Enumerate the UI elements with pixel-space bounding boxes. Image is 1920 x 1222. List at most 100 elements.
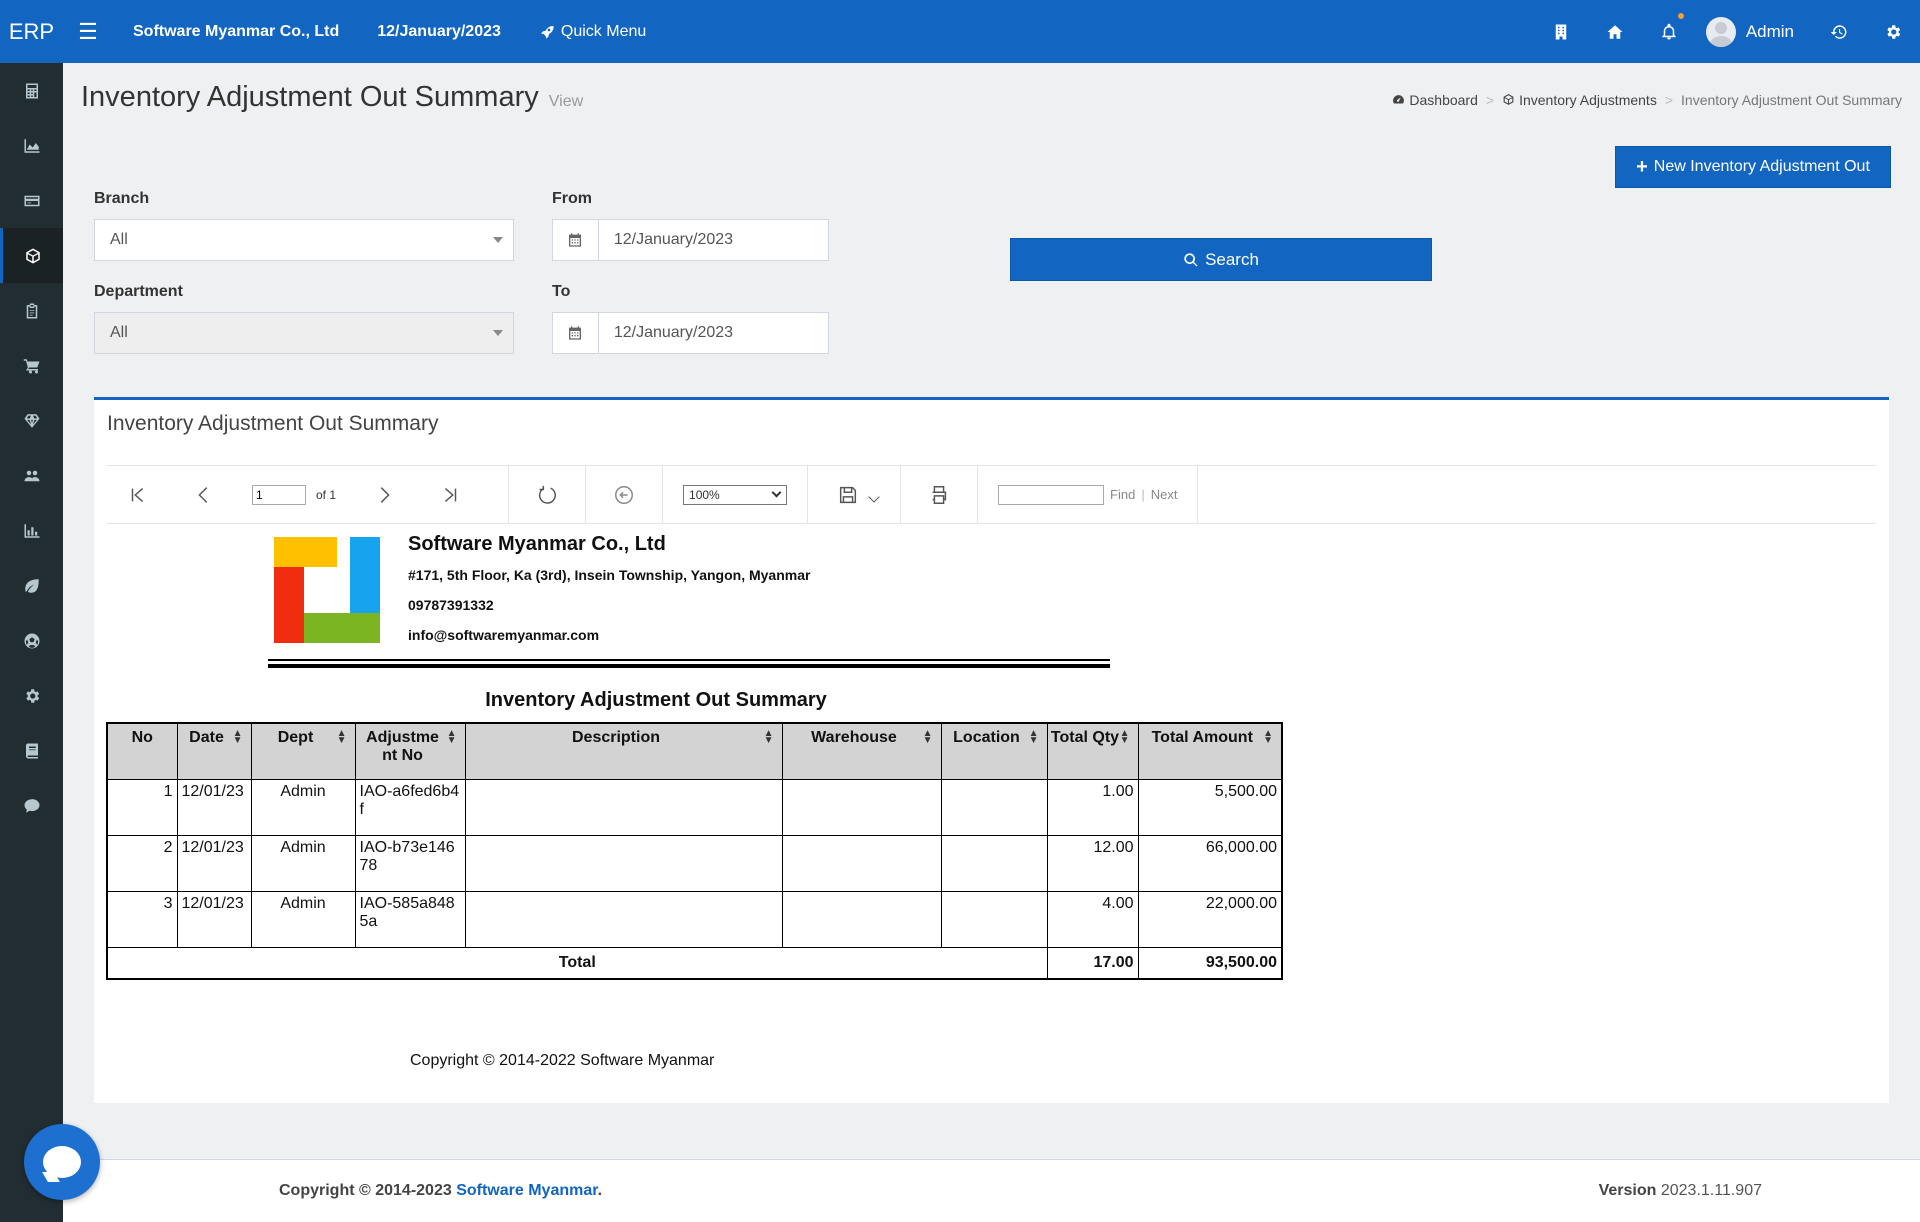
cell-description <box>464 778 783 836</box>
breadcrumb-separator: > <box>1664 92 1674 108</box>
building-icon[interactable] <box>1534 23 1588 41</box>
cube-icon <box>1503 94 1514 105</box>
from-label: From <box>552 190 592 207</box>
menu-toggle-icon[interactable]: ☰ <box>63 19 113 45</box>
footer-company-link[interactable]: Software Myanmar <box>456 1182 597 1199</box>
save-icon[interactable] <box>830 477 866 513</box>
back-group <box>586 465 664 524</box>
search-button[interactable]: Search <box>1010 238 1432 281</box>
users-icon[interactable] <box>0 448 63 503</box>
from-date-group <box>552 219 829 261</box>
breadcrumb-inventory-adjustments[interactable]: Inventory Adjustments <box>1502 92 1657 108</box>
pager-group: of 1 <box>106 465 510 524</box>
report-email: info@softwaremyanmar.com <box>408 627 600 643</box>
sort-icon: ▲ ▼ <box>763 728 774 746</box>
cell-description <box>464 890 783 948</box>
brand-logo[interactable]: ERP <box>0 0 63 63</box>
quick-menu-button[interactable]: Quick Menu <box>539 23 646 41</box>
calendar-icon[interactable] <box>553 313 599 353</box>
report-address: #171, 5th Floor, Ka (3rd), Insein Townsh… <box>408 567 811 583</box>
cell-adjustment-no[interactable]: IAO-585a8485a <box>354 890 466 948</box>
bell-icon[interactable] <box>1642 12 1696 41</box>
cell-adjustment-no[interactable]: IAO-b73e14678 <box>354 834 466 892</box>
gear-icon[interactable] <box>1866 23 1920 41</box>
col-total-qty[interactable]: Total Qty ▲ ▼ <box>1046 722 1139 780</box>
chat-widget-button[interactable] <box>24 1124 100 1200</box>
cube-icon[interactable] <box>0 228 63 283</box>
cell-total-qty: 4.00 <box>1046 890 1139 948</box>
find-next-link[interactable]: Next <box>1151 487 1178 502</box>
sort-icon: ▲ ▼ <box>1263 728 1273 746</box>
to-label: To <box>552 283 571 300</box>
main-content: Inventory Adjustment Out Summary View Da… <box>63 63 1920 1159</box>
department-select[interactable]: All <box>94 312 514 354</box>
cart-icon[interactable] <box>0 338 63 393</box>
area-chart-icon[interactable] <box>0 118 63 173</box>
leaf-icon[interactable] <box>0 558 63 613</box>
cell-location <box>940 778 1048 836</box>
breadcrumb-dashboard[interactable]: Dashboard <box>1392 92 1478 108</box>
previous-page-icon[interactable] <box>186 477 222 513</box>
caret-down-icon <box>493 330 503 336</box>
settings-icon[interactable] <box>0 668 63 723</box>
back-arrow-icon[interactable] <box>606 477 642 513</box>
new-inventory-adjustment-out-button[interactable]: + New Inventory Adjustment Out <box>1615 146 1891 188</box>
col-total-amount[interactable]: Total Amount ▲ ▼ <box>1137 722 1283 780</box>
page-number-input[interactable] <box>252 484 306 505</box>
search-label: Search <box>1205 249 1259 269</box>
zoom-select[interactable]: 100% <box>683 484 788 505</box>
find-input[interactable] <box>998 484 1105 505</box>
soccer-ball-icon[interactable] <box>0 613 63 668</box>
next-page-icon[interactable] <box>366 477 402 513</box>
col-adjustment-no[interactable]: Adjustme nt No ▲ ▼ <box>354 722 466 780</box>
top-navbar: ERP ☰ Software Myanmar Co., Ltd 12/Janua… <box>0 0 1920 63</box>
table-row: 3 12/01/23 Admin IAO-585a8485a 4.00 22,0… <box>106 890 1283 948</box>
footer-copyright: Copyright © 2014-2023 Software Myanmar. <box>279 1182 603 1199</box>
calendar-icon[interactable] <box>553 220 599 260</box>
cell-dept: Admin <box>250 834 356 892</box>
branch-select[interactable]: All <box>94 219 514 261</box>
bar-chart-icon[interactable] <box>0 503 63 558</box>
refresh-icon[interactable] <box>529 477 565 513</box>
credit-card-icon[interactable] <box>0 173 63 228</box>
cell-location <box>940 834 1048 892</box>
col-date[interactable]: Date ▲ ▼ <box>176 722 252 780</box>
first-page-icon[interactable] <box>120 477 156 513</box>
breadcrumb-current: Inventory Adjustment Out Summary <box>1681 92 1902 108</box>
calculator-icon[interactable] <box>0 63 63 118</box>
col-location[interactable]: Location ▲ ▼ <box>940 722 1048 780</box>
caret-down-icon <box>493 237 503 243</box>
to-date-input[interactable] <box>598 313 828 353</box>
rocket-icon <box>540 25 554 39</box>
clipboard-icon[interactable] <box>0 283 63 338</box>
find-link[interactable]: Find <box>1110 487 1135 502</box>
col-description[interactable]: Description ▲ ▼ <box>464 722 783 780</box>
find-group: Find | Next <box>978 465 1199 524</box>
cell-warehouse <box>781 778 942 836</box>
diamond-icon[interactable] <box>0 393 63 448</box>
branch-label: Branch <box>94 190 150 207</box>
page-subtitle: View <box>548 93 584 110</box>
cell-total-qty: 1.00 <box>1046 778 1139 836</box>
last-page-icon[interactable] <box>432 477 468 513</box>
comment-icon[interactable] <box>0 778 63 833</box>
col-dept[interactable]: Dept ▲ ▼ <box>250 722 356 780</box>
chevron-down-icon[interactable] <box>868 490 880 503</box>
book-icon[interactable] <box>0 723 63 778</box>
cell-location <box>940 890 1048 948</box>
user-menu[interactable]: Admin <box>1705 16 1794 47</box>
col-warehouse[interactable]: Warehouse ▲ ▼ <box>781 722 942 780</box>
cell-adjustment-no[interactable]: IAO-a6fed6b4f <box>354 778 466 836</box>
refresh-group <box>509 465 587 524</box>
report-rule <box>268 664 1110 668</box>
avatar <box>1705 16 1736 47</box>
cell-date: 12/01/23 <box>176 890 252 948</box>
cell-dept: Admin <box>250 890 356 948</box>
print-icon[interactable] <box>921 477 957 513</box>
cell-total-amount: 66,000.00 <box>1137 834 1283 892</box>
history-icon[interactable] <box>1812 23 1866 41</box>
sort-icon: ▲ ▼ <box>336 728 347 746</box>
from-date-input[interactable] <box>598 220 828 260</box>
page-title: Inventory Adjustment Out Summary <box>81 81 539 113</box>
home-icon[interactable] <box>1588 23 1642 41</box>
